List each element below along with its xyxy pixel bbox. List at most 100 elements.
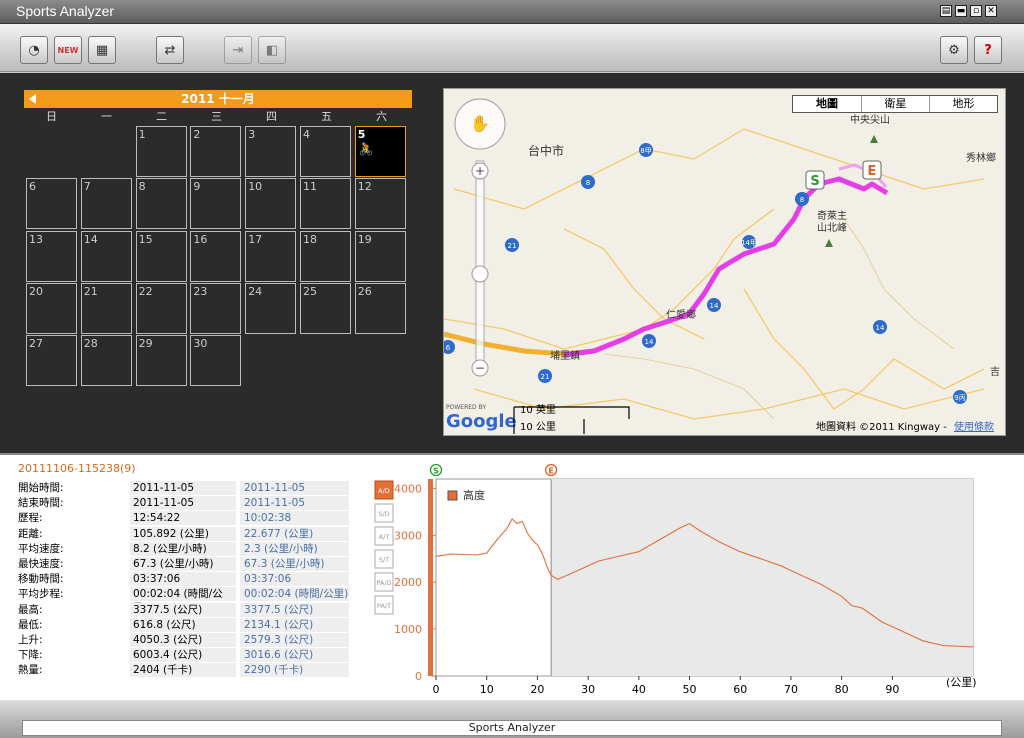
calendar-day-number: 25 [303, 284, 317, 298]
new-icon: NEW [57, 45, 79, 55]
calendar-day[interactable]: 19 [354, 230, 406, 282]
calendar-day[interactable]: 21 [80, 282, 132, 334]
calendar-day[interactable]: 26 [354, 282, 406, 334]
calendar-day[interactable]: 23 [190, 282, 242, 334]
stats-row: 上升: 4050.3 (公尺) 2579.3 (公尺) [16, 633, 349, 647]
calendar-day[interactable]: 6 [26, 178, 77, 230]
minimize-button[interactable]: ▬ [955, 5, 967, 17]
calendar-day[interactable]: 9 [190, 178, 242, 230]
x-tick-label: 40 [632, 683, 646, 696]
calendar-day[interactable]: 15 [135, 230, 187, 282]
route-shield-label: 14 [645, 338, 654, 346]
calendar-header: 2011 十一月 [24, 90, 412, 108]
calendar-day[interactable]: 25 [300, 282, 351, 334]
export-icon: ⇥ [232, 42, 244, 58]
map-type-satellite[interactable]: 衛星 [861, 96, 929, 112]
view-list-button[interactable]: ▦ [88, 36, 116, 64]
delete-button[interactable]: ◧ [258, 36, 286, 64]
calendar-day[interactable]: 28 [80, 335, 132, 387]
stats-row: 最低: 616.8 (公尺) 2134.1 (公尺) [16, 617, 349, 632]
settings-button[interactable]: ⚙ [940, 36, 968, 64]
start-marker[interactable]: S [805, 170, 825, 190]
export-button[interactable]: ⇥ [224, 36, 252, 64]
calendar-day[interactable]: 30 [190, 335, 242, 387]
map-type-map[interactable]: 地圖 [793, 96, 861, 112]
scale-miles: 10 英里 [520, 403, 556, 416]
calendar-day[interactable]: 10 [245, 178, 297, 230]
selection-bar[interactable] [428, 479, 433, 676]
map-label: 奇萊主 [817, 209, 847, 222]
stat-total-value: 2011-11-05 07:41:18 [130, 481, 236, 508]
start-marker-label: S [433, 467, 439, 476]
status-bar: Sports Analyzer [0, 700, 1024, 738]
calendar-day[interactable]: 18 [300, 230, 351, 282]
calendar-day[interactable]: 7 [80, 178, 132, 230]
calendar-day-number: 15 [138, 232, 153, 246]
calendar-day[interactable]: 16 [190, 230, 242, 282]
weekday-row: 日 一 二 三 四 五 六 [24, 110, 412, 126]
calendar-day-number: 24 [248, 284, 263, 298]
map-label: 台中市 [528, 143, 564, 158]
calendar-day[interactable]: 1 [135, 126, 187, 177]
calendar-day[interactable]: 24 [245, 282, 297, 334]
route-shield-label: 21 [541, 373, 550, 381]
stat-selection-value: 3377.5 (公尺) [240, 602, 349, 617]
calendar-day[interactable]: 20 [26, 282, 77, 334]
end-marker-label: E [868, 164, 877, 179]
stat-total-value: 3377.5 (公尺) [130, 602, 236, 617]
session-id[interactable]: 20111106-115238(9) [18, 462, 136, 475]
zoom-handle[interactable] [471, 265, 489, 283]
calendar-day[interactable]: 14 [80, 230, 132, 282]
sync-button[interactable]: ⇄ [156, 36, 184, 64]
calendar-day[interactable]: 22 [135, 282, 187, 334]
calendar-day[interactable]: 5 🚴 [354, 126, 406, 177]
help-button[interactable]: ? [974, 36, 1002, 64]
stat-label: 熱量: [18, 664, 43, 677]
sync-icon: ⇄ [164, 42, 176, 58]
terms-link[interactable]: 使用條款 [954, 420, 994, 433]
calendar-day[interactable]: 12 [354, 178, 406, 230]
route-shield-label: 21 [508, 242, 517, 250]
calendar-day[interactable]: 27 [26, 335, 77, 387]
unselected-region [551, 479, 973, 676]
prev-month-icon[interactable] [29, 94, 36, 104]
plus-icon: + [475, 164, 485, 178]
calendar-day[interactable]: 2 [190, 126, 242, 177]
calendar-day-number: 21 [83, 284, 98, 298]
elevation-chart[interactable]: 0 1000 2000 3000 4000 0 10 20 30 40 50 60 70 80 90 (公里)… [370, 463, 990, 698]
map-label: 仁愛鄉 [666, 308, 696, 321]
import-device-button[interactable]: ◔ [20, 36, 48, 64]
calendar-day[interactable]: 17 [245, 230, 297, 282]
stat-selection-value: 2.3 (公里/小時) [240, 541, 349, 556]
calendar-day[interactable]: 3 [245, 126, 297, 177]
stat-selection-value: 22.677 (公里) [240, 526, 349, 541]
cyclist-icon[interactable]: 🚴 [359, 142, 374, 156]
calendar-day[interactable]: 11 [300, 178, 351, 230]
status-text: Sports Analyzer [22, 720, 1002, 736]
stats-row: 下降: 6003.4 (公尺) 3016.6 (公尺) [16, 648, 349, 663]
calendar-day[interactable]: 8 [135, 178, 187, 230]
end-marker[interactable]: E [862, 160, 882, 180]
hand-icon: ✋ [470, 114, 490, 133]
maximize-button[interactable]: ▫ [970, 5, 982, 17]
calendar-day[interactable]: 13 [26, 230, 77, 282]
calendar: 2011 十一月 日 一 二 三 四 五 六 1 2 3 4 5 🚴 6 7 8 9 10 11 12 1… [24, 90, 412, 387]
map-type-terrain[interactable]: 地形 [929, 96, 997, 112]
stat-selection-value: 10:02:38 [240, 511, 349, 526]
menu-window-button[interactable]: ▤ [940, 5, 952, 17]
route-shield-label: 6 [446, 344, 451, 352]
close-button[interactable]: ✕ [985, 5, 997, 17]
delete-icon: ◧ [265, 42, 279, 58]
stat-selection-value: 00:02:04 (時間/公里) [240, 587, 349, 602]
calendar-day[interactable]: 29 [135, 335, 187, 387]
route-map[interactable]: 台中市 中央尖山 秀林鄉 奇萊主 山北峰 仁愛鄉 埔里鎮 吉 8甲 8 8 14… [443, 88, 1006, 436]
route-shield-label: 14 [710, 302, 719, 310]
calendar-day[interactable]: 4 [300, 126, 351, 177]
new-session-button[interactable]: NEW [54, 36, 82, 64]
x-tick-label: 80 [835, 683, 849, 696]
calendar-day-number: 3 [248, 128, 256, 141]
route-shield: 9丙 [953, 390, 967, 404]
calendar-day-number: 14 [83, 232, 98, 246]
calendar-day-number: 13 [29, 232, 43, 246]
stat-total-value: 2011-11-05 20:35:40 [130, 496, 236, 523]
